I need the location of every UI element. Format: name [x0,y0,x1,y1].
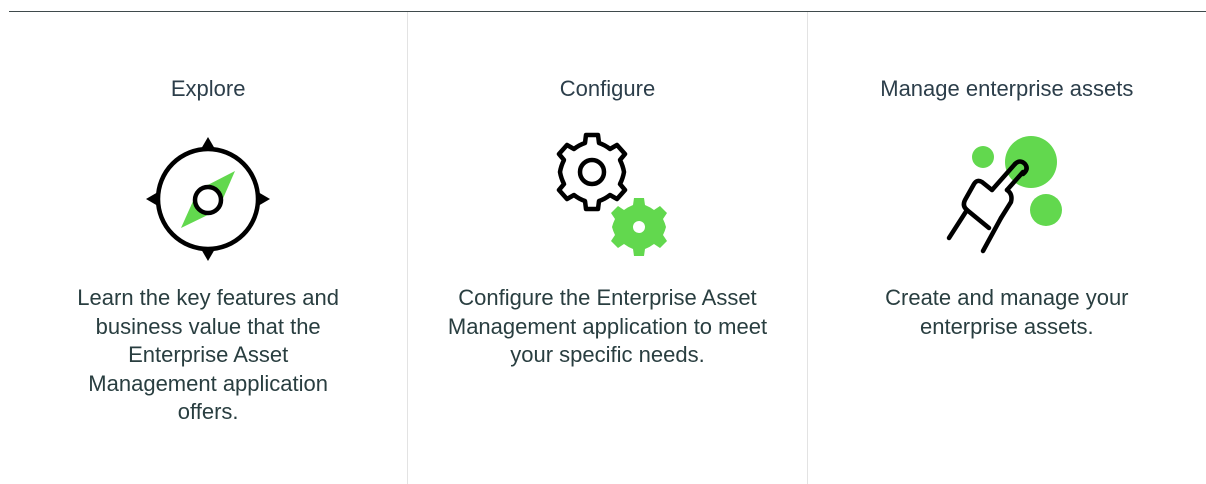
card-description-manage: Create and manage your enterprise assets… [885,285,1129,339]
gears-icon [537,124,677,264]
card-row: Explore Learn the key features and busin… [9,12,1206,484]
compass-icon [138,124,278,264]
card-explore[interactable]: Explore Learn the key features and busin… [9,12,407,484]
card-configure[interactable]: Configure Configure the Enterprise Asset… [407,12,806,484]
card-description-configure: Configure the Enterprise Asset Managemen… [447,285,768,367]
hand-touch-icon [937,124,1077,264]
card-manage[interactable]: Manage enterprise assets Create and mana… [806,12,1206,484]
card-description-explore: Learn the key features and business valu… [77,285,340,424]
card-title-configure: Configure [559,76,656,101]
card-title-explore: Explore [170,76,246,101]
card-title-manage: Manage enterprise assets [880,76,1134,101]
